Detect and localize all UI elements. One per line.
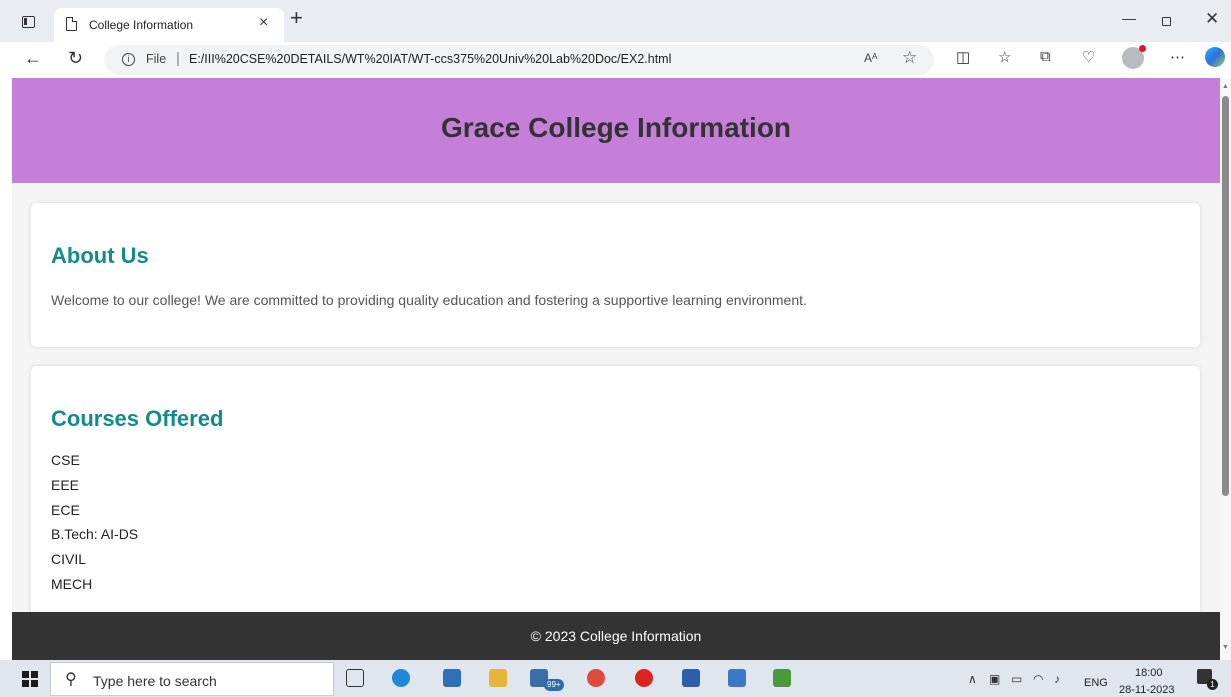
course-list: CSE EEE ECE B.Tech: AI-DS CIVIL MECH xyxy=(51,452,138,601)
copilot-icon[interactable] xyxy=(1205,47,1225,67)
profile-notification-dot xyxy=(1139,45,1146,52)
tab-close-button[interactable]: × xyxy=(259,14,268,32)
browser-essentials-icon[interactable]: ♡ xyxy=(1082,48,1095,66)
scroll-thumb[interactable] xyxy=(1222,96,1229,496)
language-indicator[interactable]: ENG xyxy=(1084,677,1108,689)
chrome-taskbar-icon[interactable] xyxy=(587,669,605,687)
back-icon[interactable]: ← xyxy=(24,48,42,69)
list-item: B.Tech: AI-DS xyxy=(51,526,139,543)
about-text: Welcome to our college! We are committed… xyxy=(51,292,807,308)
sidebar-toggle-icon[interactable] xyxy=(22,16,35,28)
page-icon xyxy=(66,17,77,31)
app-taskbar-icon[interactable] xyxy=(728,669,746,687)
wifi-icon[interactable]: ◠ xyxy=(1033,672,1043,686)
read-aloud-icon[interactable]: Aᴬ xyxy=(864,51,877,65)
battery-icon[interactable]: ▭ xyxy=(1011,672,1022,686)
favorites-icon[interactable]: ☆ xyxy=(998,48,1011,66)
list-item: CSE xyxy=(51,452,80,468)
vertical-scrollbar[interactable]: ▲ ▼ xyxy=(1220,78,1231,660)
tray-chevron-up-icon[interactable]: ∧ xyxy=(968,672,977,686)
tab-college-information[interactable]: College Information × xyxy=(54,8,284,42)
file-explorer-taskbar-icon[interactable] xyxy=(489,669,507,687)
task-view-icon[interactable] xyxy=(346,669,364,687)
window-close-button[interactable]: ✕ xyxy=(1205,9,1219,29)
footer-text: © 2023 College Information xyxy=(530,628,702,644)
mail-badge: 99+ xyxy=(544,679,564,691)
store-taskbar-icon[interactable] xyxy=(443,669,461,687)
tab-title: College Information xyxy=(89,18,194,32)
more-icon[interactable]: ⋯ xyxy=(1170,48,1185,66)
info-icon[interactable]: i xyxy=(122,53,135,66)
collections-icon[interactable]: ⧉ xyxy=(1040,48,1051,65)
url-text[interactable]: E:/III%20CSE%20DETAILS/WT%20IAT/WT-ccs37… xyxy=(189,52,671,66)
recorder-taskbar-icon[interactable] xyxy=(635,669,653,687)
web-page: Grace College Information About Us Welco… xyxy=(12,78,1220,660)
word-taskbar-icon[interactable] xyxy=(682,669,700,687)
about-section: About Us Welcome to our college! We are … xyxy=(31,203,1200,347)
address-bar[interactable]: i File | E:/III%20CSE%20DETAILS/WT%20IAT… xyxy=(104,45,934,75)
new-tab-button[interactable]: + xyxy=(290,7,303,29)
page-title: Grace College Information xyxy=(440,112,792,143)
search-placeholder: Type here to search xyxy=(93,673,217,689)
courses-heading: Courses Offered xyxy=(51,406,224,431)
windows-start-icon[interactable] xyxy=(22,671,38,687)
notification-count: 1 xyxy=(1207,679,1218,690)
taskbar-search-box[interactable]: ⚲ Type here to search xyxy=(50,662,334,696)
minimize-button[interactable]: — xyxy=(1122,10,1136,26)
file-label: File xyxy=(146,52,167,66)
refresh-icon[interactable]: ↻ xyxy=(68,48,83,69)
edge-taskbar-icon[interactable] xyxy=(392,669,410,687)
clock-date[interactable]: 28-11-2023 xyxy=(1119,684,1174,696)
scroll-down-icon[interactable]: ▼ xyxy=(1222,644,1229,651)
search-icon: ⚲ xyxy=(65,671,77,688)
list-item: EEE xyxy=(51,476,80,493)
browser-window: College Information × + — ✕ ← ↻ i File |… xyxy=(0,0,1231,697)
tab-strip: College Information × + — ✕ xyxy=(0,0,1231,42)
favorite-star-icon[interactable]: ☆ xyxy=(902,48,917,68)
page-footer: © 2023 College Information xyxy=(12,612,1220,660)
about-heading: About Us xyxy=(51,243,149,268)
address-separator: | xyxy=(176,50,180,67)
split-screen-icon[interactable]: ◫ xyxy=(956,48,970,66)
scroll-up-icon[interactable]: ▲ xyxy=(1222,83,1229,90)
taskbar: ⚲ Type here to search xyxy=(0,660,1231,697)
list-item: MECH xyxy=(51,575,93,592)
paint-taskbar-icon[interactable] xyxy=(773,669,791,687)
volume-icon[interactable]: ♪ xyxy=(1054,672,1060,686)
list-item: CIVIL xyxy=(51,551,87,568)
tray-app-icon[interactable]: ▣ xyxy=(989,672,1000,686)
list-item: ECE xyxy=(51,501,80,518)
maximize-button[interactable] xyxy=(1162,17,1171,26)
clock-time[interactable]: 18:00 xyxy=(1135,667,1163,679)
page-header: Grace College Information xyxy=(12,78,1220,183)
